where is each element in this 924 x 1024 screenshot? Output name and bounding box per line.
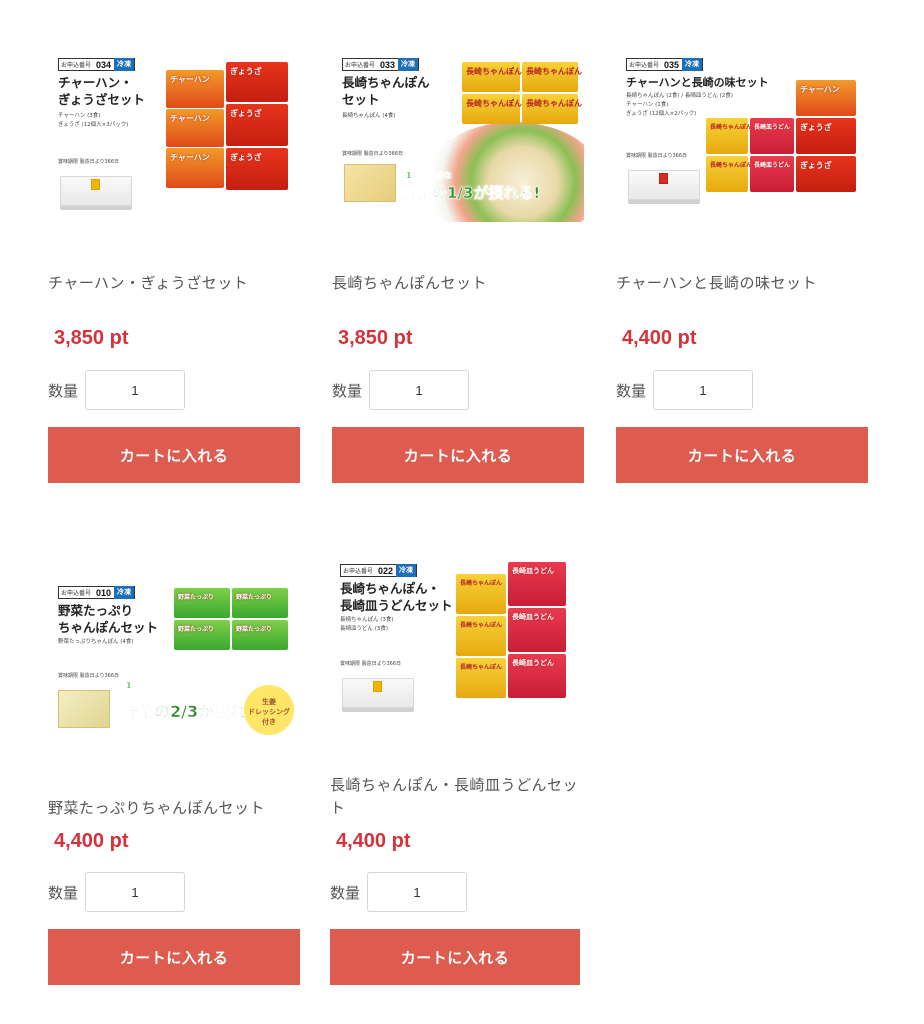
- image-title: チャーハンと長崎の味セット: [626, 76, 769, 89]
- champon-package-image: 長崎ちゃんぽん: [456, 658, 506, 698]
- gift-box-image: [342, 678, 414, 708]
- best-before-text: 賞味期限 製造日より366日: [342, 151, 404, 157]
- order-number-tag: お申込番号 022 冷凍: [340, 564, 418, 577]
- product-price: 4,400 pt: [54, 830, 129, 852]
- product-image[interactable]: お申込番号 034 冷凍 チャーハン・ ぎょうざセット チャーハン (3食) ぎ…: [48, 52, 300, 222]
- fried-rice-package-image: チャーハン: [166, 109, 224, 147]
- product-price: 4,400 pt: [336, 830, 411, 852]
- quantity-input[interactable]: [85, 370, 185, 410]
- fried-rice-package-image: チャーハン: [166, 70, 224, 108]
- champon-package-image: 長崎ちゃんぽん: [522, 62, 582, 92]
- product-price: 3,850 pt: [338, 327, 413, 349]
- gyoza-package-image: ぎょうざ: [226, 104, 288, 146]
- product-price: 4,400 pt: [622, 327, 697, 349]
- quantity-input[interactable]: [367, 872, 467, 912]
- image-title: チャーハン・ ぎょうざセット: [58, 75, 145, 107]
- saraudon-package-image: 長崎皿うどん: [508, 562, 566, 606]
- gyoza-package-image: ぎょうざ: [796, 156, 856, 192]
- gyoza-package-image: ぎょうざ: [226, 62, 288, 102]
- saraudon-package-image: 長崎皿うどん: [750, 156, 794, 192]
- gift-box-image: [60, 176, 132, 206]
- champon-package-image: 長崎ちゃんぽん: [522, 94, 582, 124]
- image-description: 長崎ちゃんぽん (4食): [342, 113, 396, 119]
- order-number-tag: お申込番号 035 冷凍: [626, 58, 704, 71]
- quantity-label: 数量: [48, 883, 79, 902]
- product-image[interactable]: お申込番号 022 冷凍 長崎ちゃんぽん・ 長崎皿うどんセット 長崎ちゃんぽん …: [330, 556, 582, 726]
- product-name[interactable]: チャーハンと長崎の味セット: [616, 272, 868, 295]
- vegetable-champon-package-image: 野菜たっぷり: [232, 588, 288, 618]
- add-to-cart-button[interactable]: カートに入れる: [48, 427, 300, 483]
- champon-package-image: 長崎ちゃんぽん: [462, 62, 522, 92]
- vegetable-slogan: 野菜の1/3が摂れる!: [402, 184, 541, 203]
- champon-package-image: 長崎ちゃんぽん: [706, 118, 752, 154]
- vegetable-champon-package-image: 野菜たっぷり: [174, 620, 230, 650]
- product-price: 3,850 pt: [54, 327, 129, 349]
- image-title: 野菜たっぷり ちゃんぽんセット: [58, 603, 159, 635]
- order-number-tag: お申込番号 010 冷凍: [58, 586, 136, 599]
- quantity-row: 数量: [332, 370, 469, 410]
- gyoza-package-image: チャーハン: [796, 80, 856, 116]
- order-number-tag: お申込番号 034 冷凍: [58, 58, 136, 71]
- quantity-input[interactable]: [369, 370, 469, 410]
- product-name[interactable]: 長崎ちゃんぽん・長崎皿うどんセット: [330, 774, 580, 820]
- vegetable-day-label: 1日に必要な: [406, 171, 452, 181]
- saraudon-package-image: 長崎皿うどん: [508, 654, 566, 698]
- saraudon-package-image: 長崎皿うどん: [508, 608, 566, 652]
- quantity-row: 数量: [330, 872, 467, 912]
- image-description: 野菜たっぷりちゃんぽん (4食): [58, 639, 134, 645]
- quantity-input[interactable]: [85, 872, 185, 912]
- fried-rice-package-image: チャーハン: [166, 148, 224, 188]
- image-description: 長崎ちゃんぽん (3食) 長崎皿うどん (3食): [340, 617, 394, 632]
- product-name[interactable]: 長崎ちゃんぽんセット: [332, 272, 584, 295]
- ginger-dressing-badge: 生姜 ドレッシング 付き: [244, 685, 294, 735]
- best-before-text: 賞味期限 製造日より366日: [340, 661, 402, 667]
- product-image[interactable]: お申込番号 033 冷凍 長崎ちゃんぽん セット 長崎ちゃんぽん (4食) 賞味…: [332, 52, 584, 222]
- gyoza-package-image: ぎょうざ: [796, 118, 856, 154]
- champon-package-image: 長崎ちゃんぽん: [462, 94, 522, 124]
- product-name[interactable]: 野菜たっぷりちゃんぽんセット: [48, 797, 300, 820]
- bento-box-image: [344, 164, 396, 202]
- champon-package-image: 長崎ちゃんぽん: [456, 616, 506, 656]
- image-title: 長崎ちゃんぽん・ 長崎皿うどんセット: [340, 581, 453, 613]
- quantity-input[interactable]: [653, 370, 753, 410]
- champon-package-image: 長崎ちゃんぽん: [456, 574, 506, 614]
- bento-box-image: [58, 690, 110, 728]
- add-to-cart-button[interactable]: カートに入れる: [330, 929, 580, 985]
- product-name[interactable]: チャーハン・ぎょうざセット: [48, 272, 300, 295]
- quantity-row: 数量: [616, 370, 753, 410]
- image-title: 長崎ちゃんぽん セット: [342, 75, 430, 107]
- gyoza-package-image: ぎょうざ: [226, 148, 288, 190]
- quantity-label: 数量: [330, 883, 361, 902]
- best-before-text: 賞味期限 製造日より366日: [626, 153, 688, 159]
- gift-box-image: [628, 170, 700, 200]
- quantity-label: 数量: [332, 381, 363, 400]
- image-description: 長崎ちゃんぽん (2食) / 長崎皿うどん (2食) チャーハン (1食) ぎょ…: [626, 93, 733, 117]
- add-to-cart-button[interactable]: カートに入れる: [616, 427, 868, 483]
- quantity-row: 数量: [48, 872, 185, 912]
- add-to-cart-button[interactable]: カートに入れる: [332, 427, 584, 483]
- order-number-tag: お申込番号 033 冷凍: [342, 58, 420, 71]
- saraudon-package-image: 長崎皿うどん: [750, 118, 794, 154]
- vegetable-champon-package-image: 野菜たっぷり: [232, 620, 288, 650]
- best-before-text: 賞味期限 製造日より366日: [58, 673, 120, 679]
- product-image[interactable]: お申込番号 035 冷凍 チャーハンと長崎の味セット 長崎ちゃんぽん (2食) …: [616, 52, 868, 222]
- product-image[interactable]: お申込番号 010 冷凍 野菜たっぷり ちゃんぽんセット 野菜たっぷりちゃんぽん…: [48, 570, 300, 745]
- vegetable-day-label: 1日に必要な: [126, 681, 172, 691]
- add-to-cart-button[interactable]: カートに入れる: [48, 929, 300, 985]
- quantity-row: 数量: [48, 370, 185, 410]
- vegetable-champon-package-image: 野菜たっぷり: [174, 588, 230, 618]
- quantity-label: 数量: [616, 381, 647, 400]
- quantity-label: 数量: [48, 381, 79, 400]
- image-description: チャーハン (3食) ぎょうざ (12個入×3パック): [58, 113, 129, 128]
- champon-package-image: 長崎ちゃんぽん: [706, 156, 752, 192]
- best-before-text: 賞味期限 製造日より366日: [58, 159, 120, 165]
